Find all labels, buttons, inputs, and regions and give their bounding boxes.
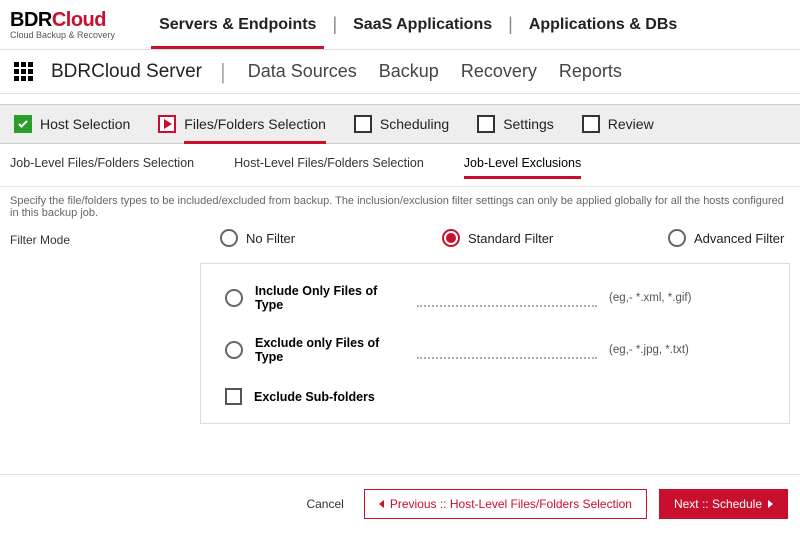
empty-box-icon [354,115,372,133]
nav-applications-dbs[interactable]: Applications & DBs [515,2,691,48]
wizard-step-settings[interactable]: Settings [477,115,554,133]
play-icon [158,115,176,133]
tab-job-level-exclusions[interactable]: Job-Level Exclusions [464,156,581,178]
top-header: BDRCloud Cloud Backup & Recovery Servers… [0,0,800,50]
empty-box-icon [477,115,495,133]
wizard-step-files-folders[interactable]: Files/Folders Selection [158,115,326,133]
description-text: Specify the file/folders types to be inc… [0,187,800,223]
apps-grid-icon[interactable] [14,62,33,81]
radio-icon [220,229,238,247]
include-row: Include Only Files of Type (eg,- *.xml, … [225,284,765,312]
exclude-subfolders-label: Exclude Sub-folders [254,390,404,404]
tab-host-level-files[interactable]: Host-Level Files/Folders Selection [234,156,424,178]
page-title: BDRCloud Server [51,61,202,83]
filter-mode-label: Filter Mode [10,229,220,247]
cancel-button[interactable]: Cancel [298,491,351,517]
logo-cloud: Cloud [52,9,106,31]
sub-header: BDRCloud Server | Data Sources Backup Re… [0,50,800,94]
radio-icon [442,229,460,247]
radio-icon [668,229,686,247]
filter-radio-group: No Filter Standard Filter Advanced Filte… [220,229,790,247]
tabs: Job-Level Files/Folders Selection Host-L… [0,144,800,187]
tab-job-level-files[interactable]: Job-Level Files/Folders Selection [10,156,194,178]
exclude-subfolders-row: Exclude Sub-folders [225,388,765,405]
logo-subtitle: Cloud Backup & Recovery [10,30,115,40]
wizard-step-scheduling[interactable]: Scheduling [354,115,449,133]
wizard-step-host-selection[interactable]: Host Selection [14,115,130,133]
filter-mode-row: Filter Mode No Filter Standard Filter Ad… [0,223,800,253]
nav-saas-applications[interactable]: SaaS Applications [339,2,506,48]
brand-logo: BDRCloud Cloud Backup & Recovery [10,9,115,40]
wizard-step-label: Scheduling [380,116,449,132]
chevron-left-icon [379,500,384,508]
next-button-label: Next :: Schedule [674,497,762,511]
include-hint: (eg,- *.xml, *.gif) [609,292,691,304]
wizard-step-label: Files/Folders Selection [184,116,326,132]
radio-standard-filter[interactable]: Standard Filter [442,229,668,247]
wizard-step-label: Settings [503,116,554,132]
empty-box-icon [582,115,600,133]
checkbox-exclude-subfolders[interactable] [225,388,242,405]
subnav-backup[interactable]: Backup [379,61,439,82]
radio-label: Advanced Filter [694,231,784,246]
subnav-reports[interactable]: Reports [559,61,622,82]
next-button[interactable]: Next :: Schedule [659,489,788,519]
sub-nav: Data Sources Backup Recovery Reports [248,61,622,82]
radio-label: No Filter [246,231,295,246]
check-icon [14,115,32,133]
radio-exclude-only[interactable] [225,341,243,359]
chevron-right-icon [768,500,773,508]
exclude-hint: (eg,- *.jpg, *.txt) [609,344,689,356]
title-separator: | [220,59,226,85]
radio-no-filter[interactable]: No Filter [220,229,442,247]
main-nav: Servers & Endpoints | SaaS Applications … [145,2,691,48]
nav-servers-endpoints[interactable]: Servers & Endpoints [145,2,330,48]
radio-label: Standard Filter [468,231,553,246]
standard-filter-panel: Include Only Files of Type (eg,- *.xml, … [200,263,790,424]
logo-bdr: BDR [10,9,52,31]
radio-include-only[interactable] [225,289,243,307]
wizard-step-label: Review [608,116,654,132]
nav-separator: | [330,14,339,35]
radio-advanced-filter[interactable]: Advanced Filter [668,229,784,247]
subnav-recovery[interactable]: Recovery [461,61,537,82]
wizard-steps: Host Selection Files/Folders Selection S… [0,104,800,144]
wizard-step-review[interactable]: Review [582,115,654,133]
include-types-input[interactable] [417,289,597,307]
include-label: Include Only Files of Type [255,284,405,312]
previous-button-label: Previous :: Host-Level Files/Folders Sel… [390,497,632,511]
exclude-types-input[interactable] [417,341,597,359]
exclude-row: Exclude only Files of Type (eg,- *.jpg, … [225,336,765,364]
footer-actions: Cancel Previous :: Host-Level Files/Fold… [0,474,800,533]
nav-separator: | [506,14,515,35]
subnav-data-sources[interactable]: Data Sources [248,61,357,82]
wizard-step-label: Host Selection [40,116,130,132]
previous-button[interactable]: Previous :: Host-Level Files/Folders Sel… [364,489,647,519]
exclude-label: Exclude only Files of Type [255,336,405,364]
